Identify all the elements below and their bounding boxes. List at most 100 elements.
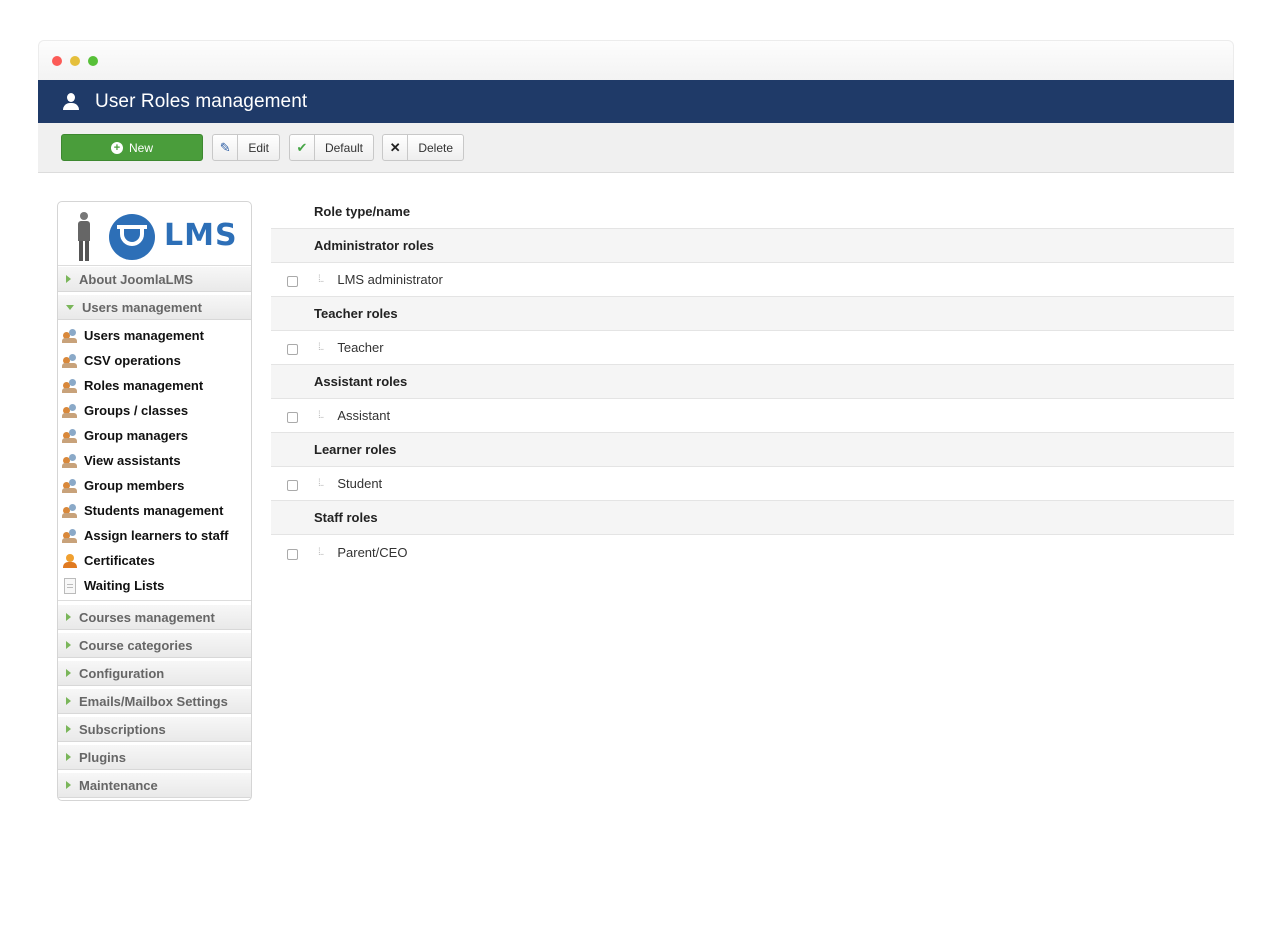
- row-checkbox[interactable]: [287, 344, 298, 355]
- sidebar-item-label: Roles management: [84, 378, 204, 393]
- sidebar-item-label: Waiting Lists: [84, 578, 165, 593]
- row-checkbox[interactable]: [287, 276, 298, 287]
- app-window: User Roles management + New ✎ Edit ✔ Def…: [38, 40, 1234, 801]
- sidebar-section-label: Emails/Mailbox Settings: [79, 693, 228, 709]
- sidebar-item-label: Students management: [84, 503, 224, 518]
- sidebar-section-label: Configuration: [79, 665, 165, 681]
- sidebar-item-groups-classes[interactable]: Groups / classes: [58, 398, 251, 423]
- triangle-right-icon: [66, 669, 71, 677]
- triangle-right-icon: [66, 781, 71, 789]
- tree-branch-icon: ⁞..: [318, 410, 324, 421]
- delete-button-label: Delete: [418, 140, 453, 155]
- role-name[interactable]: LMS administrator: [337, 272, 442, 287]
- sidebar-section-configuration[interactable]: Configuration: [58, 660, 251, 686]
- sidebar-section-maintenance[interactable]: Maintenance: [58, 772, 251, 798]
- sidebar-item-roles-management[interactable]: Roles management: [58, 373, 251, 398]
- sidebar-item-label: Users management: [84, 328, 204, 343]
- tree-branch-icon: ⁞..: [318, 274, 324, 285]
- check-icon: ✔: [290, 135, 315, 160]
- page-header: User Roles management: [38, 80, 1234, 123]
- document-icon: [64, 577, 76, 594]
- row-checkbox[interactable]: [287, 412, 298, 423]
- sidebar-section-course-categories[interactable]: Course categories: [58, 632, 251, 658]
- tree-branch-icon: ⁞..: [318, 478, 324, 489]
- default-button-label: Default: [324, 140, 363, 155]
- sidebar-item-csv-operations[interactable]: CSV operations: [58, 348, 251, 373]
- sidebar-item-assign-learners[interactable]: Assign learners to staff: [58, 523, 251, 548]
- minimize-window-button[interactable]: [70, 56, 80, 66]
- triangle-right-icon: [66, 753, 71, 761]
- tree-branch-icon: ⁞..: [318, 546, 324, 558]
- sidebar-item-users-management[interactable]: Users management: [58, 323, 251, 348]
- users-icon: [62, 378, 78, 394]
- table-group-row: Assistant roles: [271, 365, 1234, 399]
- users-icon: [62, 353, 78, 369]
- sidebar-section-label: Maintenance: [79, 777, 158, 793]
- sidebar: LMS About JoomlaLMS Users management Use…: [57, 201, 252, 801]
- users-icon: [62, 528, 78, 544]
- table-row: ⁞.. Student: [271, 467, 1234, 501]
- sidebar-item-group-managers[interactable]: Group managers: [58, 423, 251, 448]
- role-name[interactable]: Student: [337, 476, 382, 491]
- sidebar-item-waiting-lists[interactable]: Waiting Lists: [58, 573, 251, 598]
- default-button[interactable]: ✔ Default: [289, 134, 374, 161]
- sidebar-section-emails-mailbox[interactable]: Emails/Mailbox Settings: [58, 688, 251, 714]
- teacher-figure-icon: [76, 212, 92, 262]
- sidebar-section-label: Users management: [82, 299, 202, 315]
- group-label: Administrator roles: [314, 238, 434, 253]
- users-menu-items: Users management CSV operations Roles ma…: [58, 322, 251, 601]
- row-checkbox[interactable]: [287, 548, 298, 560]
- delete-button[interactable]: ✕ Delete: [382, 134, 464, 161]
- triangle-right-icon: [66, 725, 71, 733]
- close-icon: ✕: [383, 135, 409, 160]
- close-window-button[interactable]: [52, 56, 62, 66]
- sidebar-section-subscriptions[interactable]: Subscriptions: [58, 716, 251, 742]
- sidebar-section-users[interactable]: Users management: [58, 294, 251, 320]
- graduation-cap-icon: [109, 214, 155, 260]
- sidebar-item-label: Certificates: [84, 553, 155, 568]
- sidebar-item-students-management[interactable]: Students management: [58, 498, 251, 523]
- column-header-role[interactable]: Role type/name: [314, 204, 410, 219]
- table-group-row: Administrator roles: [271, 229, 1234, 263]
- new-button[interactable]: + New: [61, 134, 203, 161]
- users-icon: [62, 403, 78, 419]
- edit-icon: ✎: [213, 135, 239, 160]
- group-label: Staff roles: [314, 510, 378, 525]
- maximize-window-button[interactable]: [88, 56, 98, 66]
- new-button-label: New: [128, 140, 153, 155]
- logo-text: LMS: [164, 218, 238, 253]
- sidebar-section-plugins[interactable]: Plugins: [58, 744, 251, 770]
- sidebar-section-label: About JoomlaLMS: [79, 271, 194, 287]
- sidebar-item-label: Groups / classes: [84, 403, 189, 418]
- page-title: User Roles management: [95, 90, 308, 112]
- table-group-row: Staff roles: [271, 501, 1234, 535]
- triangle-right-icon: [66, 697, 71, 705]
- sidebar-item-label: Group managers: [84, 428, 189, 443]
- role-name[interactable]: Assistant: [337, 408, 390, 423]
- triangle-right-icon: [66, 613, 71, 621]
- users-icon: [62, 328, 78, 344]
- users-icon: [62, 453, 78, 469]
- sidebar-item-group-members[interactable]: Group members: [58, 473, 251, 498]
- edit-button[interactable]: ✎ Edit: [212, 134, 280, 161]
- sidebar-item-label: Group members: [84, 478, 185, 493]
- group-label: Learner roles: [314, 442, 397, 457]
- users-icon: [62, 428, 78, 444]
- tree-branch-icon: ⁞..: [318, 342, 324, 353]
- edit-button-label: Edit: [248, 140, 269, 155]
- sidebar-item-certificates[interactable]: Certificates: [58, 548, 251, 573]
- row-checkbox[interactable]: [287, 480, 298, 491]
- group-label: Teacher roles: [314, 306, 398, 321]
- triangle-right-icon: [66, 641, 71, 649]
- sidebar-section-courses-management[interactable]: Courses management: [58, 604, 251, 630]
- triangle-right-icon: [66, 275, 71, 283]
- table-row: ⁞.. Assistant: [271, 399, 1234, 433]
- sidebar-item-label: Assign learners to staff: [84, 528, 229, 543]
- certificate-icon: [62, 553, 78, 569]
- role-name[interactable]: Parent/CEO: [337, 545, 407, 560]
- sidebar-section-label: Courses management: [79, 609, 215, 625]
- role-name[interactable]: Teacher: [337, 340, 383, 355]
- sidebar-item-view-assistants[interactable]: View assistants: [58, 448, 251, 473]
- sidebar-section-about[interactable]: About JoomlaLMS: [58, 266, 251, 292]
- table-group-row: Teacher roles: [271, 297, 1234, 331]
